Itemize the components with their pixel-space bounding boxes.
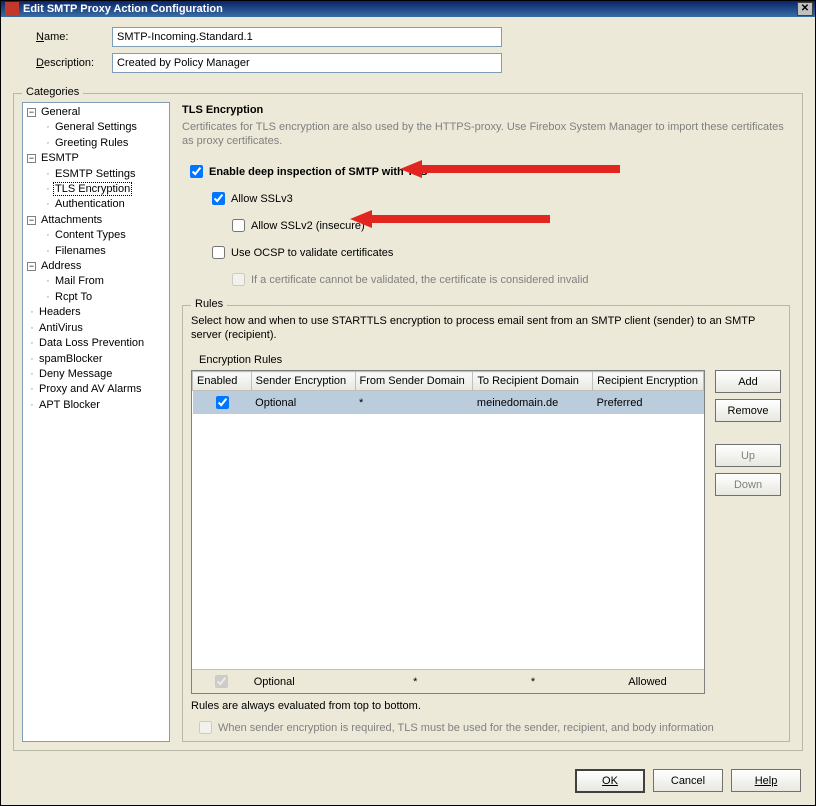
rule-to-domain: meinedomain.de — [473, 391, 593, 415]
add-button[interactable]: Add — [715, 370, 781, 393]
col-to-recipient-domain[interactable]: To Recipient Domain — [473, 372, 593, 391]
use-ocsp-checkbox[interactable] — [212, 246, 225, 259]
titlebar: Edit SMTP Proxy Action Configuration ✕ — [1, 1, 815, 17]
default-recipient-encryption: Allowed — [591, 670, 704, 694]
tree-greeting-rules[interactable]: Greeting Rules — [53, 137, 130, 149]
col-sender-encryption[interactable]: Sender Encryption — [251, 372, 355, 391]
tls-description: Certificates for TLS encryption are also… — [182, 120, 790, 148]
tree-collapse-icon[interactable]: − — [27, 154, 36, 163]
dialog-window: Edit SMTP Proxy Action Configuration ✕ N… — [0, 0, 816, 806]
remove-button[interactable]: Remove — [715, 399, 781, 422]
table-row[interactable]: Optional * meinedomain.de Preferred — [193, 391, 704, 415]
app-icon — [5, 2, 19, 16]
close-icon[interactable]: ✕ — [797, 2, 813, 16]
rules-description: Select how and when to use STARTTLS encr… — [191, 314, 781, 342]
tree-collapse-icon[interactable]: − — [27, 262, 36, 271]
tls-required-checkbox — [199, 721, 212, 734]
default-to-domain: * — [475, 670, 591, 694]
categories-fieldset: Categories −General ·General Settings ·G… — [13, 93, 803, 751]
tree-apt-blocker[interactable]: APT Blocker — [37, 399, 102, 411]
rules-fieldset: Rules Select how and when to use STARTTL… — [182, 305, 790, 742]
rule-from-domain: * — [355, 391, 473, 415]
allow-sslv3-checkbox[interactable] — [212, 192, 225, 205]
up-button[interactable]: Up — [715, 444, 781, 467]
tree-general-settings[interactable]: General Settings — [53, 121, 139, 133]
name-label: Name: — [36, 31, 106, 43]
main-panel: TLS Encryption Certificates for TLS encr… — [170, 102, 794, 742]
rules-legend: Rules — [191, 298, 227, 310]
tree-proxy-alarms[interactable]: Proxy and AV Alarms — [37, 383, 144, 395]
tree-mail-from[interactable]: Mail From — [53, 275, 106, 287]
tls-required-label: When sender encryption is required, TLS … — [218, 722, 714, 734]
cancel-button[interactable]: Cancel — [653, 769, 723, 792]
tree-collapse-icon[interactable]: − — [27, 108, 36, 117]
default-from-domain: * — [355, 670, 475, 694]
rules-footer-note: Rules are always evaluated from top to b… — [191, 700, 781, 712]
col-from-sender-domain[interactable]: From Sender Domain — [355, 372, 473, 391]
tree-rcpt-to[interactable]: Rcpt To — [53, 291, 94, 303]
down-button[interactable]: Down — [715, 473, 781, 496]
description-input[interactable] — [112, 53, 502, 73]
tls-title: TLS Encryption — [182, 104, 790, 116]
help-button[interactable]: Help — [731, 769, 801, 792]
tree-esmtp[interactable]: ESMTP — [39, 152, 81, 164]
tree-dlp[interactable]: Data Loss Prevention — [37, 337, 146, 349]
allow-sslv3-label: Allow SSLv3 — [231, 193, 293, 205]
ocsp-invalid-checkbox — [232, 273, 245, 286]
col-enabled[interactable]: Enabled — [193, 372, 252, 391]
name-input[interactable] — [112, 27, 502, 47]
tree-headers[interactable]: Headers — [37, 306, 83, 318]
categories-tree[interactable]: −General ·General Settings ·Greeting Rul… — [22, 102, 170, 742]
tree-spamblocker[interactable]: spamBlocker — [37, 353, 105, 365]
allow-sslv2-checkbox[interactable] — [232, 219, 245, 232]
dialog-buttons: OK Cancel Help — [1, 759, 815, 805]
tree-address[interactable]: Address — [39, 260, 83, 272]
tree-tls-encryption[interactable]: TLS Encryption — [53, 182, 132, 196]
tree-filenames[interactable]: Filenames — [53, 245, 108, 257]
window-title: Edit SMTP Proxy Action Configuration — [23, 3, 797, 15]
tree-collapse-icon[interactable]: − — [27, 216, 36, 225]
rule-enabled-checkbox[interactable] — [216, 396, 229, 409]
description-label: Description: — [36, 57, 106, 69]
tree-content-types[interactable]: Content Types — [53, 229, 128, 241]
rule-recipient-encryption: Preferred — [593, 391, 704, 415]
col-recipient-encryption[interactable]: Recipient Encryption — [593, 372, 704, 391]
encryption-rules-table[interactable]: Enabled Sender Encryption From Sender Do… — [191, 370, 705, 694]
enable-tls-label: Enable deep inspection of SMTP with TLS — [209, 166, 428, 178]
tree-deny-message[interactable]: Deny Message — [37, 368, 114, 380]
use-ocsp-label: Use OCSP to validate certificates — [231, 247, 393, 259]
default-rule-row: Optional * * Allowed — [192, 670, 704, 694]
ocsp-invalid-label: If a certificate cannot be validated, th… — [251, 274, 589, 286]
categories-legend: Categories — [22, 86, 83, 98]
tree-general[interactable]: General — [39, 106, 82, 118]
default-sender-encryption: Optional — [250, 670, 356, 694]
encryption-rules-label: Encryption Rules — [199, 354, 781, 366]
tree-attachments[interactable]: Attachments — [39, 214, 104, 226]
tree-authentication[interactable]: Authentication — [53, 198, 127, 210]
tree-esmtp-settings[interactable]: ESMTP Settings — [53, 168, 138, 180]
tree-antivirus[interactable]: AntiVirus — [37, 322, 85, 334]
allow-sslv2-label: Allow SSLv2 (insecure) — [251, 220, 365, 232]
rule-sender-encryption: Optional — [251, 391, 355, 415]
header-form: Name: Description: — [1, 17, 815, 89]
ok-button[interactable]: OK — [575, 769, 645, 793]
default-rule-enabled — [215, 675, 228, 688]
enable-tls-checkbox[interactable] — [190, 165, 203, 178]
